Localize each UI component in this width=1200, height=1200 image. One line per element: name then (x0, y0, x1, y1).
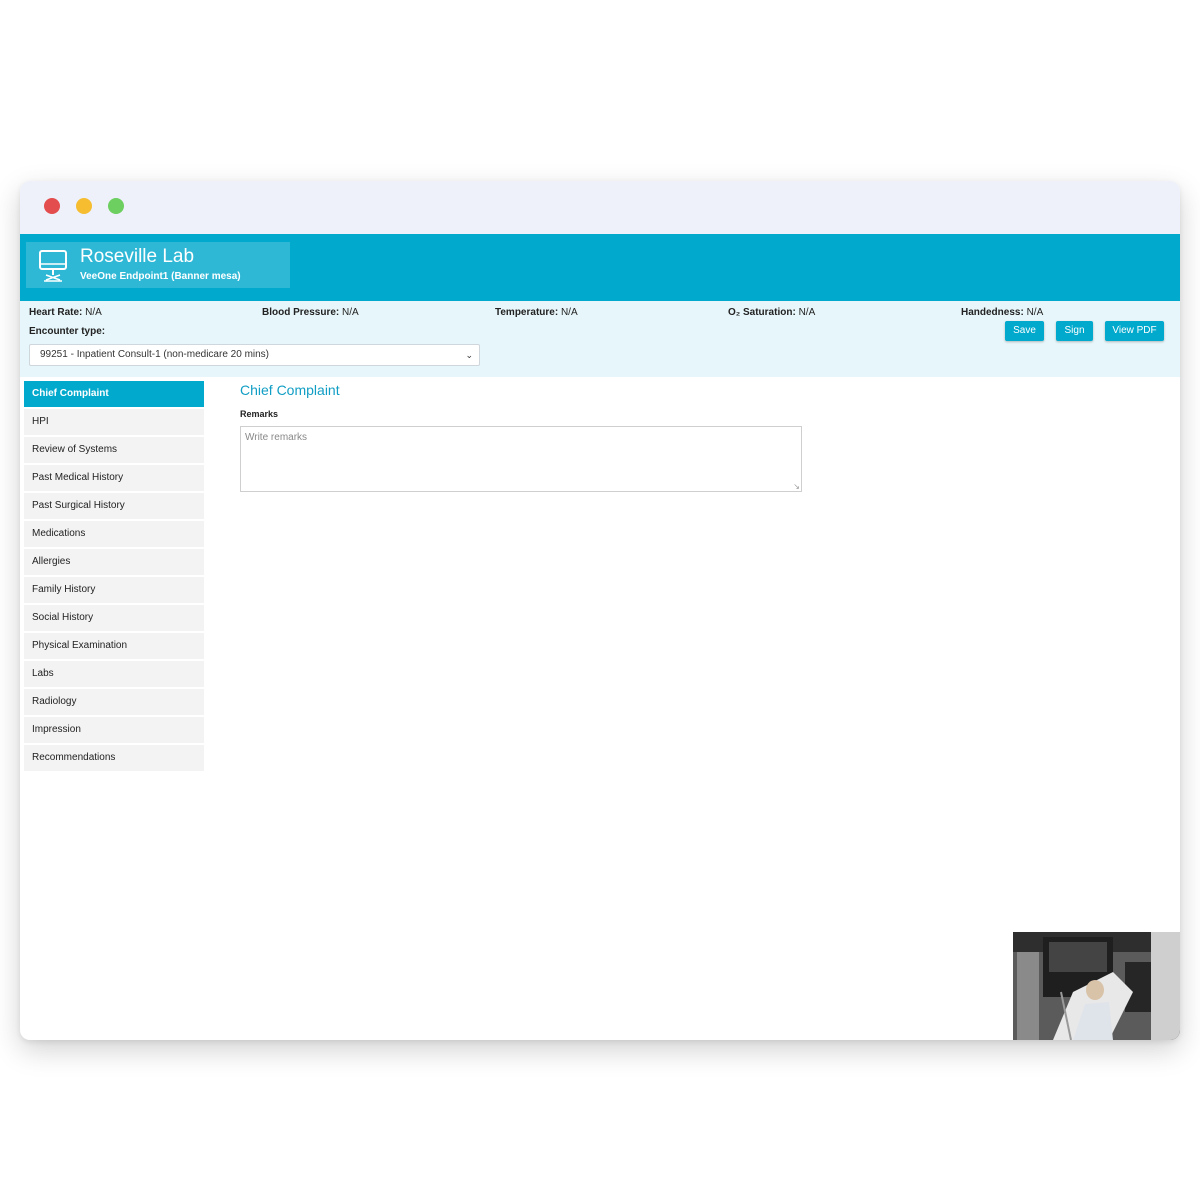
sidebar-item-radiology[interactable]: Radiology (24, 689, 204, 715)
sidebar-item-social-history[interactable]: Social History (24, 605, 204, 631)
sidebar-item-chief-complaint[interactable]: Chief Complaint (24, 381, 204, 407)
window-titlebar (20, 181, 1180, 234)
sidebar-item-physical-examination[interactable]: Physical Examination (24, 633, 204, 659)
o2-saturation: O₂ Saturation: N/A (728, 307, 816, 318)
save-button[interactable]: Save (1005, 321, 1044, 341)
sidebar-item-review-of-systems[interactable]: Review of Systems (24, 437, 204, 463)
handedness: Handedness: N/A (961, 307, 1044, 318)
sidebar-item-labs[interactable]: Labs (24, 661, 204, 687)
resize-handle-icon[interactable]: ↘ (793, 482, 800, 491)
monitor-icon (38, 249, 68, 288)
vitals-bar: Heart Rate: N/A Blood Pressure: N/A Temp… (20, 301, 1180, 377)
encounter-type-value: 99251 - Inpatient Consult-1 (non-medicar… (40, 349, 270, 360)
sidebar-item-hpi[interactable]: HPI (24, 409, 204, 435)
sidebar-item-past-surgical-history[interactable]: Past Surgical History (24, 493, 204, 519)
maximize-window-button[interactable] (108, 198, 124, 214)
app-header: Roseville Lab VeeOne Endpoint1 (Banner m… (20, 234, 1180, 301)
sign-button[interactable]: Sign (1056, 321, 1093, 341)
remarks-placeholder: Write remarks (245, 432, 308, 443)
encounter-type-label: Encounter type: (29, 326, 106, 337)
sidebar-item-recommendations[interactable]: Recommendations (24, 745, 204, 771)
endpoint-name: VeeOne Endpoint1 (Banner mesa) (80, 271, 241, 282)
view-pdf-button[interactable]: View PDF (1105, 321, 1164, 341)
sidebar-item-family-history[interactable]: Family History (24, 577, 204, 603)
section-title: Chief Complaint (240, 382, 340, 398)
sidebar-item-impression[interactable]: Impression (24, 717, 204, 743)
close-window-button[interactable] (44, 198, 60, 214)
brand-panel: Roseville Lab VeeOne Endpoint1 (Banner m… (26, 242, 290, 288)
heart-rate: Heart Rate: N/A (29, 307, 102, 318)
section-sidebar: Chief Complaint HPI Review of Systems Past … (24, 381, 204, 773)
blood-pressure: Blood Pressure: N/A (262, 307, 359, 318)
temperature: Temperature: N/A (495, 307, 578, 318)
sidebar-item-allergies[interactable]: Allergies (24, 549, 204, 575)
minimize-window-button[interactable] (76, 198, 92, 214)
lab-name: Roseville Lab (80, 246, 195, 267)
sidebar-item-past-medical-history[interactable]: Past Medical History (24, 465, 204, 491)
sidebar-item-medications[interactable]: Medications (24, 521, 204, 547)
remarks-textarea[interactable]: Write remarks ↘ (240, 426, 802, 492)
remarks-label: Remarks (240, 409, 279, 419)
chevron-down-icon: ⌄ (465, 350, 473, 360)
video-feed-thumbnail[interactable] (1013, 932, 1180, 1040)
app-window: Roseville Lab VeeOne Endpoint1 (Banner m… (20, 181, 1180, 1040)
encounter-type-select[interactable]: 99251 - Inpatient Consult-1 (non-medicar… (29, 344, 480, 366)
